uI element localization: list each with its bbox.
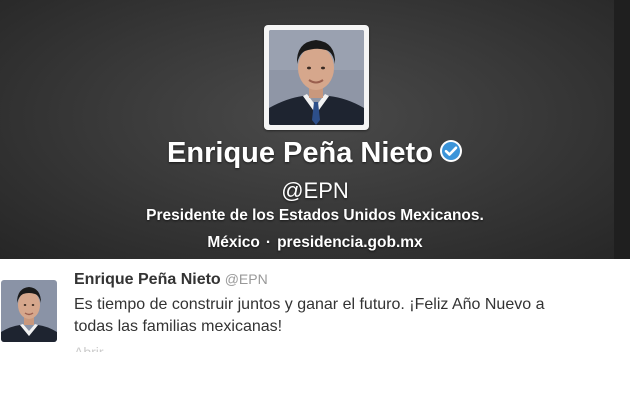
verified-badge-icon — [439, 139, 463, 163]
profile-name-row: Enrique Peña Nieto — [0, 137, 630, 177]
profile-location: México — [207, 234, 260, 251]
profile-photo — [269, 30, 364, 125]
tweet-text-line: todas las familias mexicanas! — [74, 318, 283, 335]
profile-header: Enrique Peña Nieto @EPN Presidente de lo… — [0, 0, 630, 259]
profile-url-link[interactable]: presidencia.gob.mx — [277, 234, 423, 251]
profile-avatar[interactable] — [264, 25, 369, 130]
profile-meta: México · presidencia.gob.mx — [0, 234, 630, 252]
profile-handle: @EPN — [281, 178, 349, 203]
profile-name: Enrique Peña Nieto — [167, 137, 433, 169]
meta-separator: · — [265, 234, 272, 251]
tweet-text: Es tiempo de construir juntos y ganar el… — [74, 294, 629, 338]
tweet-author-name[interactable]: Enrique Peña Nieto — [74, 271, 221, 288]
profile-bio: Presidente de los Estados Unidos Mexican… — [146, 207, 484, 224]
tweet-text-line: Es tiempo de construir juntos y ganar el… — [74, 296, 545, 313]
tweet-avatar[interactable] — [1, 280, 57, 342]
tweet-expand-link[interactable]: Abrir — [74, 343, 104, 352]
tweet-author-handle[interactable]: @EPN — [225, 271, 268, 287]
tweet-header: Enrique Peña Nieto @EPN — [74, 271, 268, 289]
